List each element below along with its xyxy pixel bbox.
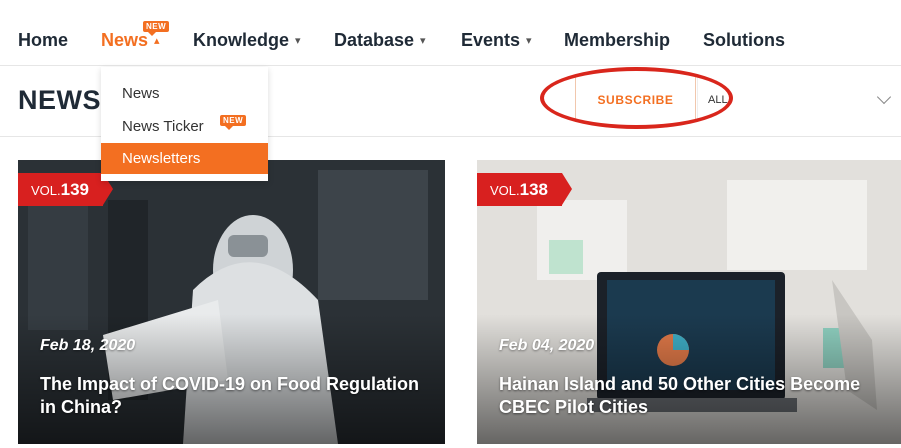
- nav-membership-label: Membership: [564, 30, 671, 50]
- nav-database[interactable]: Database ▾: [334, 30, 426, 51]
- nav-knowledge[interactable]: Knowledge ▾: [193, 30, 301, 51]
- vol-prefix: VOL.: [490, 183, 520, 198]
- news-dropdown-menu: News News Ticker NEW Newsletters: [101, 67, 268, 181]
- newsletter-card[interactable]: VOL.139 Feb 18, 2020 The Impact of COVID…: [18, 160, 445, 444]
- vol-prefix: VOL.: [31, 183, 61, 198]
- nav-database-label: Database: [334, 30, 415, 50]
- dropdown-item-label: Newsletters: [122, 150, 201, 167]
- nav-home-label: Home: [18, 30, 69, 50]
- dropdown-item-label: News: [122, 85, 160, 102]
- nav-solutions[interactable]: Solutions: [703, 30, 785, 51]
- nav-events-label: Events: [461, 30, 521, 50]
- filter-value: ALL: [708, 93, 728, 106]
- newsletter-card[interactable]: VOL.138 Feb 04, 2020 Hainan Island and 5…: [477, 160, 901, 444]
- dropdown-item-newsletters[interactable]: Newsletters: [101, 143, 268, 174]
- card-title[interactable]: The Impact of COVID-19 on Food Regulatio…: [40, 373, 430, 419]
- vol-number: 139: [60, 180, 89, 199]
- volume-tag: VOL.139: [18, 173, 113, 206]
- dropdown-item-label: News Ticker: [122, 118, 204, 135]
- nav-membership[interactable]: Membership: [564, 30, 670, 51]
- nav-home[interactable]: Home: [18, 30, 68, 51]
- new-badge: NEW: [220, 115, 247, 130]
- volume-tag: VOL.138: [477, 173, 572, 206]
- card-date: Feb 04, 2020: [499, 337, 595, 354]
- chevron-down-icon: ▾: [526, 35, 532, 47]
- card-title[interactable]: Hainan Island and 50 Other Cities Become…: [499, 373, 889, 419]
- dropdown-item-news-ticker[interactable]: News Ticker NEW: [101, 111, 268, 142]
- nav-news-label: News: [101, 30, 149, 50]
- nav-events[interactable]: Events ▾: [461, 30, 532, 51]
- nav-solutions-label: Solutions: [703, 30, 785, 50]
- subscribe-button[interactable]: SUBSCRIBE: [575, 77, 696, 122]
- chevron-down-icon: [876, 89, 892, 105]
- new-badge: NEW: [143, 21, 170, 36]
- vol-number: 138: [519, 180, 548, 199]
- chevron-down-icon: ▾: [420, 35, 426, 47]
- card-date: Feb 18, 2020: [40, 337, 136, 354]
- main-nav: Home News ▴ NEW Knowledge ▾ Database ▾ Even…: [0, 0, 901, 66]
- dropdown-item-news[interactable]: News: [101, 78, 268, 109]
- nav-news[interactable]: News ▴ NEW: [101, 21, 170, 51]
- page-title: NEWS: [18, 85, 101, 115]
- nav-knowledge-label: Knowledge: [193, 30, 290, 50]
- category-filter-select[interactable]: ALL: [697, 77, 901, 122]
- chevron-down-icon: ▾: [295, 35, 301, 47]
